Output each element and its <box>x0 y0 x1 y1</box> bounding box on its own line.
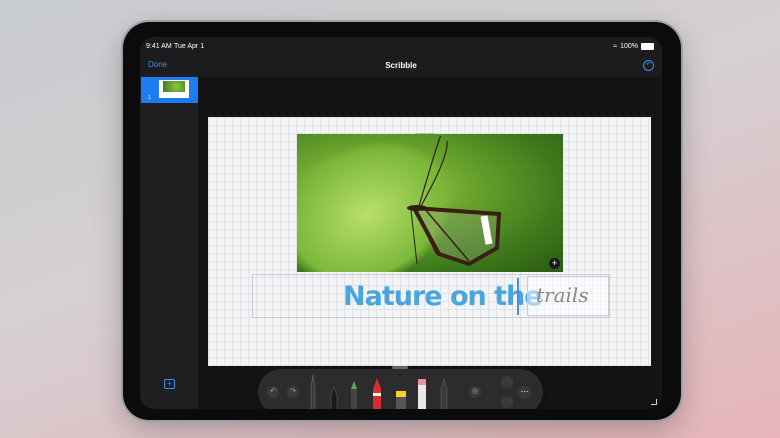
undo-icon[interactable]: ↶ <box>643 60 654 71</box>
text-field[interactable]: Nature on the trails <box>252 274 610 318</box>
status-indicators: ≈ 100% <box>613 43 654 50</box>
thumbnail-image <box>163 81 185 92</box>
wifi-icon: ≈ <box>613 43 618 50</box>
thumbnail-preview <box>159 80 189 98</box>
pencil-icon[interactable] <box>439 377 449 409</box>
fountain-pen-icon[interactable] <box>349 379 359 409</box>
crayon-icon[interactable] <box>371 377 383 409</box>
scribble-input-area[interactable]: trails <box>527 276 609 316</box>
status-date: Tue Apr 1 <box>174 43 205 50</box>
butterfly-graphic <box>407 136 502 267</box>
battery-percent: 100% <box>620 43 638 50</box>
eraser-icon[interactable] <box>416 377 428 409</box>
page-thumbnail-1[interactable]: 1 <box>141 77 198 103</box>
screen: 9:41 AM Tue Apr 1 ≈ 100% Done Scribble ↶… <box>140 37 662 409</box>
thumbnail-number: 1 <box>148 95 151 101</box>
document-canvas-area: + Nature on the trails <box>198 77 662 409</box>
page-thumbnails-sidebar: 1 + <box>140 77 198 409</box>
resize-corner-icon <box>651 399 657 405</box>
text-cursor <box>517 278 519 315</box>
undo-icon[interactable]: ↶ <box>267 386 279 398</box>
status-time: 9:41 AM <box>146 43 172 50</box>
highlighter-icon[interactable] <box>394 383 408 409</box>
more-options-icon[interactable]: ⋯ <box>518 386 531 399</box>
color-picker-icon[interactable] <box>501 396 513 408</box>
status-bar: 9:41 AM Tue Apr 1 ≈ 100% <box>140 37 662 57</box>
lasso-icon[interactable]: ◎ <box>469 386 481 398</box>
pen-icon[interactable] <box>308 373 318 409</box>
handwritten-text: trails <box>536 283 589 307</box>
ruler-icon[interactable] <box>501 376 513 388</box>
markup-toolbar: ↶ ↷ ◎ ⋯ <box>258 366 543 409</box>
add-page-icon[interactable]: + <box>164 379 175 389</box>
battery-icon <box>641 43 654 50</box>
ipad-frame: 9:41 AM Tue Apr 1 ≈ 100% Done Scribble ↶… <box>123 22 681 420</box>
toolbar-grabber[interactable] <box>392 366 408 369</box>
butterfly-photo[interactable]: + <box>297 134 563 272</box>
typed-text: Nature on the <box>343 281 543 312</box>
add-to-image-icon[interactable]: + <box>549 258 560 269</box>
document-page[interactable]: + Nature on the trails <box>208 117 651 366</box>
redo-icon[interactable]: ↷ <box>287 386 299 398</box>
nav-bar: Done Scribble ↶ <box>140 57 662 77</box>
monoline-icon[interactable] <box>329 385 339 409</box>
document-title: Scribble <box>385 61 417 70</box>
